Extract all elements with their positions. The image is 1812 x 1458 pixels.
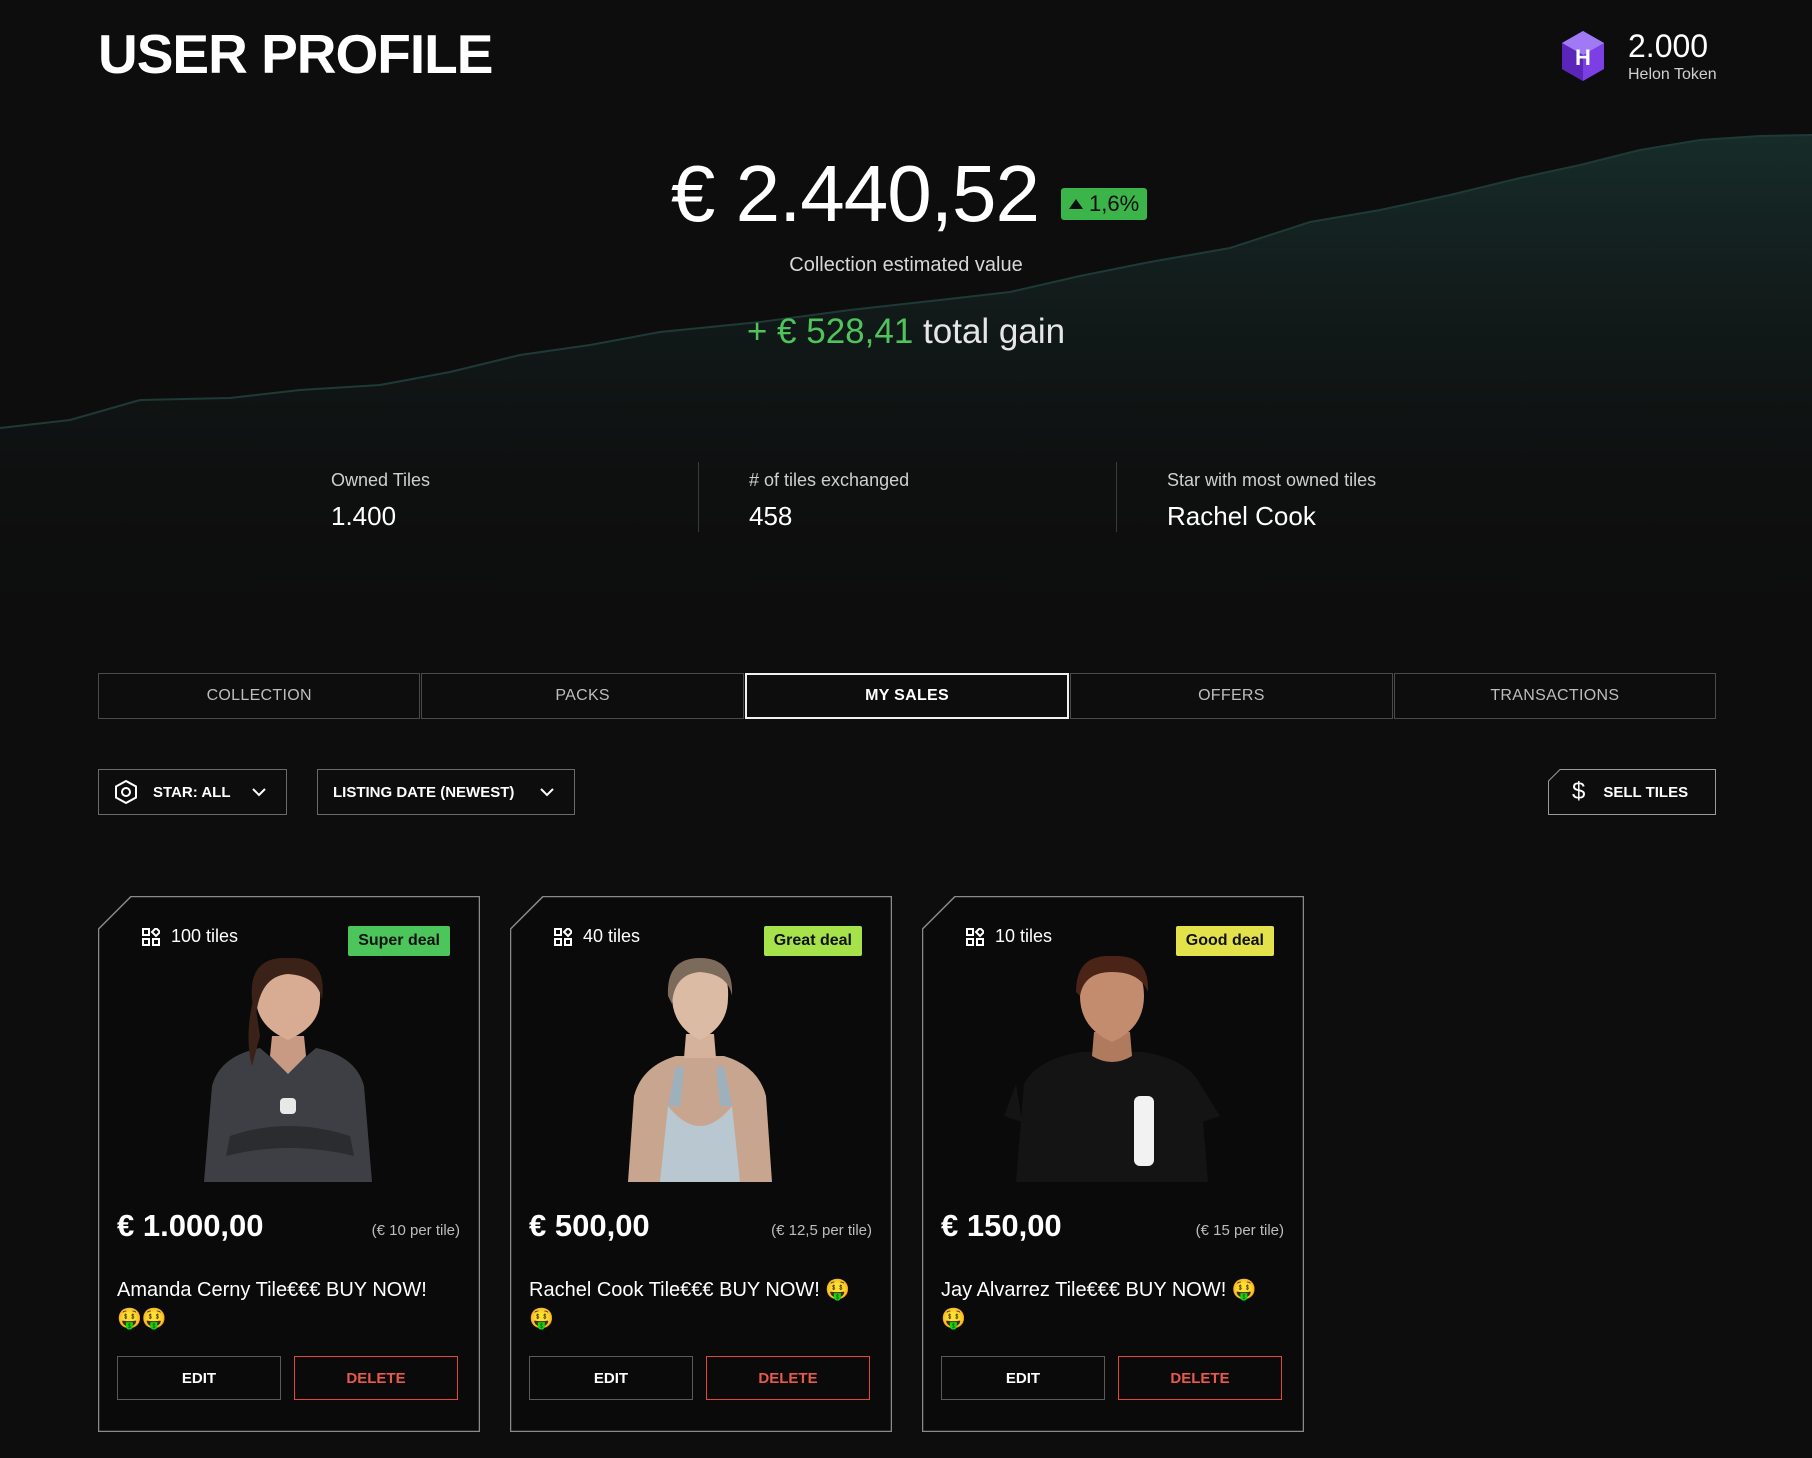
estimated-value-row: € 2.440,52 1,6% — [0, 148, 1812, 240]
star-avatar-image — [628, 958, 772, 1182]
edit-button[interactable]: EDIT — [117, 1356, 281, 1400]
tile-count-text: 40 tiles — [583, 926, 641, 946]
stat-owned-tiles: Owned Tiles 1.400 — [98, 462, 698, 532]
price-per-tile: (€ 10 per tile) — [371, 1222, 460, 1239]
price-per-tile: (€ 15 per tile) — [1195, 1222, 1284, 1239]
dollar-icon: $ — [1572, 778, 1586, 805]
stat-label: Star with most owned tiles — [1167, 470, 1377, 490]
tab-offers[interactable]: OFFERS — [1070, 673, 1393, 719]
delete-button[interactable]: DELETE — [1118, 1356, 1282, 1400]
star-hexagon-icon — [115, 779, 137, 805]
deal-badge: Great deal — [763, 926, 862, 956]
tab-transactions[interactable]: TRANSACTIONS — [1393, 673, 1717, 719]
delete-button[interactable]: DELETE — [294, 1356, 458, 1400]
sell-tiles-button[interactable]: $ SELL TILES — [1548, 769, 1716, 815]
tile-count-text: 100 tiles — [171, 926, 239, 946]
profile-tabs: COLLECTION PACKS MY SALES OFFERS TRANSAC… — [98, 673, 1717, 719]
token-balance[interactable]: H 2.000 Helon Token — [1556, 28, 1717, 84]
star-filter-dropdown[interactable]: STAR: ALL — [98, 769, 287, 815]
stat-value: Rachel Cook — [1167, 501, 1316, 531]
estimated-value: € 2.440,52 — [670, 149, 1040, 238]
estimated-value-caption: Collection estimated value — [789, 254, 1023, 276]
stat-label: Owned Tiles — [331, 470, 431, 490]
listing-price: € 1.000,00 — [117, 1208, 264, 1243]
tiles-grid-icon — [966, 927, 984, 946]
stat-top-star: Star with most owned tiles Rachel Cook — [1116, 462, 1716, 532]
tile-count: 100 tiles — [142, 926, 238, 947]
page-title: USER PROFILE — [98, 23, 493, 85]
sell-tiles-label: SELL TILES — [1603, 783, 1689, 801]
edit-button[interactable]: EDIT — [941, 1356, 1105, 1400]
total-gain: + € 528,41 total gain — [0, 312, 1812, 352]
sale-card[interactable]: 40 tiles Great deal € 500,00 (€ 12,5 per… — [510, 896, 892, 1432]
tile-count: 10 tiles — [966, 926, 1052, 947]
total-gain-label: total gain — [923, 312, 1066, 351]
tile-count-text: 10 tiles — [995, 926, 1053, 946]
svg-text:H: H — [1575, 45, 1591, 70]
sort-dropdown[interactable]: LISTING DATE (NEWEST) — [317, 769, 575, 815]
stat-value: 458 — [749, 501, 793, 531]
chevron-down-icon — [540, 788, 554, 797]
deal-badge: Good deal — [1175, 926, 1274, 956]
stats-bar: Owned Tiles 1.400 # of tiles exchanged 4… — [98, 462, 1716, 532]
helon-token-icon: H — [1562, 31, 1604, 81]
value-change-text: 1,6% — [1088, 191, 1140, 216]
delete-button[interactable]: DELETE — [706, 1356, 870, 1400]
star-avatar-image — [204, 957, 372, 1182]
listing-title: Amanda Cerny Tile€€€ BUY NOW! 🤑🤑 — [117, 1279, 427, 1330]
listing-price: € 150,00 — [941, 1208, 1062, 1243]
star-avatar-image — [1004, 956, 1220, 1182]
stat-label: # of tiles exchanged — [749, 470, 910, 490]
token-label: Helon Token — [1628, 66, 1717, 83]
tab-packs[interactable]: PACKS — [421, 673, 744, 719]
tile-count: 40 tiles — [554, 926, 640, 947]
deal-badge: Super deal — [348, 926, 450, 956]
arrow-up-icon — [1068, 199, 1083, 209]
star-filter-label: STAR: ALL — [153, 783, 231, 801]
edit-button[interactable]: EDIT — [529, 1356, 693, 1400]
listing-title: Jay Alvarrez Tile€€€ BUY NOW! 🤑🤑 — [941, 1279, 1257, 1330]
sort-label: LISTING DATE (NEWEST) — [333, 783, 515, 801]
sale-card[interactable]: 10 tiles Good deal € 150,00 (€ 15 per ti… — [922, 896, 1304, 1432]
stat-tiles-exchanged: # of tiles exchanged 458 — [698, 462, 1116, 532]
tiles-grid-icon — [554, 927, 572, 946]
tab-collection[interactable]: COLLECTION — [98, 673, 421, 719]
chevron-down-icon — [252, 788, 266, 797]
value-change-badge: 1,6% — [1060, 188, 1148, 220]
total-gain-value: + € 528,41 — [746, 312, 914, 351]
tab-my-sales[interactable]: MY SALES — [744, 673, 1070, 719]
sale-card[interactable]: 100 tiles Super deal € 1.000,00 (€ 10 pe… — [98, 896, 480, 1432]
listing-title: Rachel Cook Tile€€€ BUY NOW! 🤑🤑 — [529, 1279, 851, 1330]
listing-price: € 500,00 — [529, 1208, 650, 1243]
stat-value: 1.400 — [331, 501, 397, 531]
tiles-grid-icon — [142, 927, 160, 946]
price-per-tile: (€ 12,5 per tile) — [771, 1222, 872, 1239]
token-amount: 2.000 — [1628, 28, 1709, 64]
